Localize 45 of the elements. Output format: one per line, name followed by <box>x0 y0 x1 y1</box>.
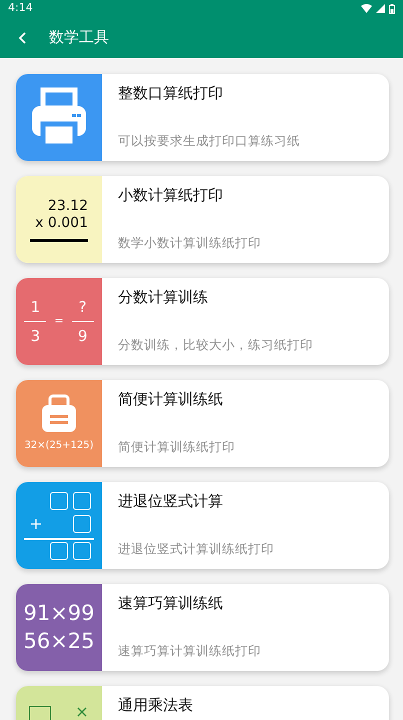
battery-icon <box>389 4 395 14</box>
back-icon[interactable] <box>18 32 27 44</box>
tool-title: 简便计算训练纸 <box>118 389 224 410</box>
fraction-number: 3 <box>30 326 40 347</box>
status-time: 4:14 <box>8 0 33 16</box>
tool-title: 通用乘法表 <box>118 695 193 716</box>
signal-icon <box>376 4 385 13</box>
tool-title: 速算巧算训练纸 <box>118 593 224 614</box>
tool-card[interactable]: 整数口算纸打印 可以按要求生成打印口算练习纸 <box>16 74 389 161</box>
tool-card[interactable]: × 通用乘法表 <box>16 686 389 720</box>
fraction-number: ? <box>78 296 87 318</box>
digit-box <box>50 542 68 560</box>
page-title: 数学工具 <box>49 27 109 48</box>
tool-card[interactable]: 1 3 = ? 9 分数计算训练 分数训练，比较大小，练习纸打印 <box>16 278 389 365</box>
equals-sign: = <box>54 313 64 330</box>
tool-description: 数学小数计算训练纸打印 <box>118 234 261 252</box>
tool-card[interactable]: + 进退位竖式计算 进退位竖式计算训练纸打印 <box>16 482 389 569</box>
digit-box <box>73 514 91 532</box>
grid-box <box>29 706 52 720</box>
wifi-icon <box>361 4 372 13</box>
tool-title: 分数计算训练 <box>118 287 209 308</box>
times-sign: × <box>75 704 89 720</box>
formula-text: 91×99 <box>23 600 95 628</box>
tool-card[interactable]: 91×99 56×25 速算巧算训练纸 速算巧算计算训练纸打印 <box>16 584 389 671</box>
formula-text: 23.12 <box>48 198 88 215</box>
fraction-number: 9 <box>78 326 88 347</box>
tool-card[interactable]: 32×(25+125) 简便计算训练纸 简便计算训练纸打印 <box>16 380 389 467</box>
tool-title: 整数口算纸打印 <box>118 83 224 104</box>
tool-description: 分数训练，比较大小，练习纸打印 <box>118 336 313 354</box>
tool-card[interactable]: 23.12 x 0.001 小数计算纸打印 数学小数计算训练纸打印 <box>16 176 389 263</box>
digit-box <box>73 492 91 510</box>
tool-description: 可以按要求生成打印口算练习纸 <box>118 132 300 150</box>
tool-description: 进退位竖式计算训练纸打印 <box>118 540 274 558</box>
tool-title: 进退位竖式计算 <box>118 491 224 512</box>
fraction-number: 1 <box>30 296 40 318</box>
formula-text: 32×(25+125) <box>24 439 94 453</box>
tool-description: 简便计算训练纸打印 <box>118 438 235 456</box>
digit-box <box>50 492 68 510</box>
formula-text: x 0.001 <box>35 215 88 232</box>
digit-box <box>73 542 91 560</box>
underline-rule <box>30 238 88 242</box>
tool-title: 小数计算纸打印 <box>118 185 224 206</box>
tool-description: 速算巧算计算训练纸打印 <box>118 642 261 660</box>
plus-sign: + <box>29 512 43 534</box>
formula-text: 56×25 <box>23 628 95 654</box>
